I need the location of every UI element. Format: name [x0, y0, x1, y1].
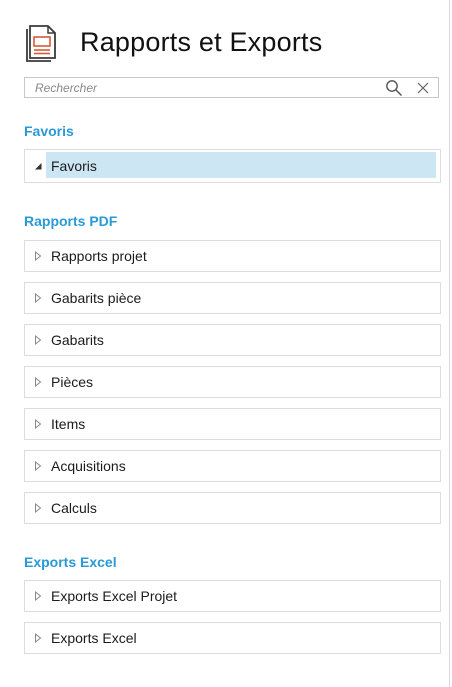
tree-item-label: Gabarits	[51, 332, 104, 348]
search-icon[interactable]	[385, 79, 403, 97]
tree-item-calculs[interactable]: Calculs	[24, 492, 441, 524]
tree-item-exports-excel[interactable]: Exports Excel	[24, 622, 441, 654]
tree-item-gabarits-piece[interactable]: Gabarits pièce	[24, 282, 441, 314]
panel-right-border	[449, 0, 450, 687]
search-input[interactable]	[25, 78, 385, 97]
tree-item-label: Rapports projet	[51, 248, 147, 264]
tree-item-rapports-projet[interactable]: Rapports projet	[24, 240, 441, 272]
reports-exports-panel: Rapports et Exports Favoris Favoris R	[0, 0, 452, 687]
tree-item-label: Calculs	[51, 500, 97, 516]
search-box	[24, 77, 439, 98]
expanded-triangle-icon[interactable]	[33, 161, 43, 171]
collapsed-triangle-icon[interactable]	[33, 293, 43, 303]
tree-item-pieces[interactable]: Pièces	[24, 366, 441, 398]
collapsed-triangle-icon[interactable]	[33, 461, 43, 471]
collapsed-triangle-icon[interactable]	[33, 633, 43, 643]
tree-item-label: Exports Excel	[51, 630, 137, 646]
section-title-exports-excel: Exports Excel	[24, 554, 117, 570]
section-title-favoris: Favoris	[24, 123, 74, 139]
tree-item-label: Acquisitions	[51, 458, 126, 474]
tree-item-label: Items	[51, 416, 86, 432]
section-title-rapports-pdf: Rapports PDF	[24, 213, 118, 229]
selection-highlight	[46, 152, 436, 178]
collapsed-triangle-icon[interactable]	[33, 591, 43, 601]
panel-header: Rapports et Exports	[24, 18, 322, 66]
collapsed-triangle-icon[interactable]	[33, 335, 43, 345]
collapsed-triangle-icon[interactable]	[33, 419, 43, 429]
collapsed-triangle-icon[interactable]	[33, 377, 43, 387]
tree-item-favoris[interactable]: Favoris	[24, 149, 441, 183]
tree-item-items[interactable]: Items	[24, 408, 441, 440]
tree-item-acquisitions[interactable]: Acquisitions	[24, 450, 441, 482]
report-document-icon	[26, 25, 56, 62]
collapsed-triangle-icon[interactable]	[33, 503, 43, 513]
tree-item-label: Gabarits pièce	[51, 290, 142, 306]
tree-item-label: Exports Excel Projet	[51, 588, 178, 604]
collapsed-triangle-icon[interactable]	[33, 251, 43, 261]
tree-item-exports-excel-projet[interactable]: Exports Excel Projet	[24, 580, 441, 612]
page-title: Rapports et Exports	[80, 26, 323, 57]
tree-item-label: Pièces	[51, 374, 94, 390]
tree-item-gabarits[interactable]: Gabarits	[24, 324, 441, 356]
tree-item-label: Favoris	[51, 158, 97, 174]
close-icon[interactable]	[415, 80, 431, 96]
